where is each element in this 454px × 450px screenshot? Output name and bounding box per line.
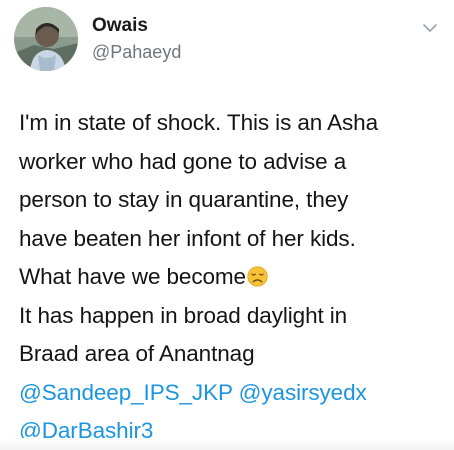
tweet-line-with-emoji: What have we become <box>19 258 449 297</box>
tweet-text: I'm in state of shock. This is an Asha w… <box>19 104 449 450</box>
author-handle[interactable]: @Pahaeyd <box>92 41 181 63</box>
tweet-line: worker who had gone to advise a <box>19 148 347 174</box>
mention-link[interactable]: @yasirsyedx <box>239 380 367 405</box>
tweet-line: person to stay in quarantine, they <box>19 187 349 212</box>
tweet-line: It has happen in broad daylight in <box>19 302 348 328</box>
avatar-photo-icon <box>14 7 78 71</box>
tweet-line: I'm in state of shock. This is an Asha <box>19 110 379 135</box>
avatar[interactable] <box>14 7 78 71</box>
author-name[interactable]: Owais <box>92 15 148 37</box>
chevron-down-icon[interactable] <box>422 22 438 34</box>
tweet-line: Braad area of Anantnag <box>19 341 255 366</box>
mentions-line: @Sandeep_IPS_JKP @yasirsyedx <box>19 374 449 413</box>
tweet-line: have beaten her infont of her kids. <box>19 225 356 251</box>
tweet-card: Owais @Pahaeyd I'm in state of shock. Th… <box>0 0 454 450</box>
bottom-divider <box>0 438 454 450</box>
disappointed-face-emoji <box>247 266 268 287</box>
mention-link[interactable]: @Sandeep_IPS_JKP <box>19 380 233 405</box>
tweet-line: What have we become <box>19 264 246 289</box>
